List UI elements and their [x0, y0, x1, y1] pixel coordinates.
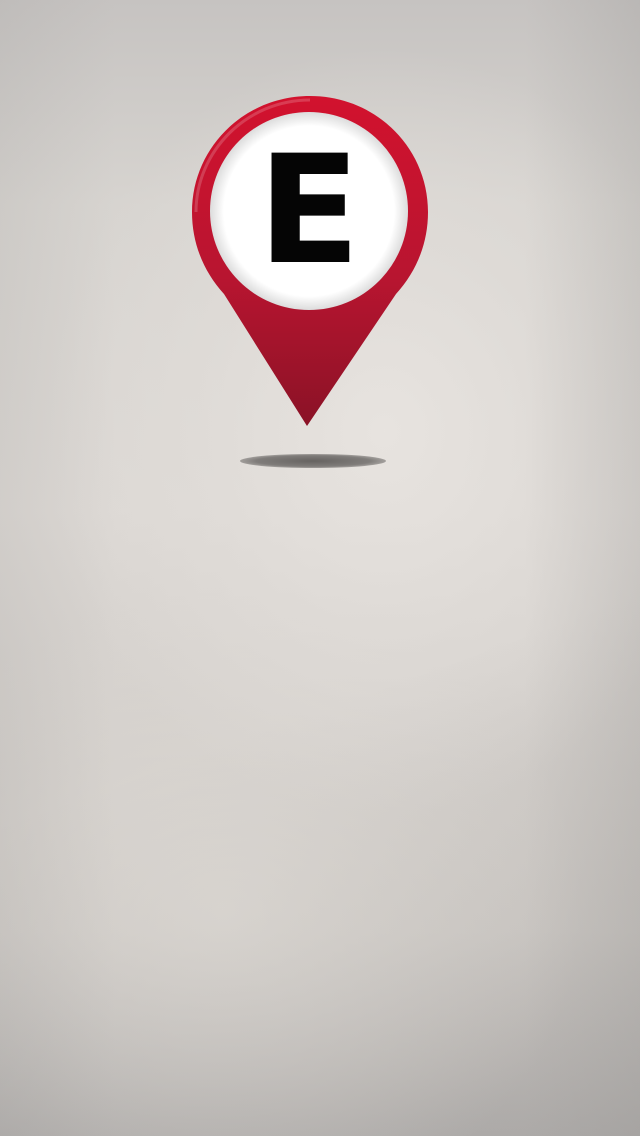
splash-screen: E — [0, 0, 640, 1136]
map-pin-icon: E — [190, 94, 430, 434]
logo-letter: E — [257, 124, 361, 298]
pin-shadow — [240, 454, 386, 468]
